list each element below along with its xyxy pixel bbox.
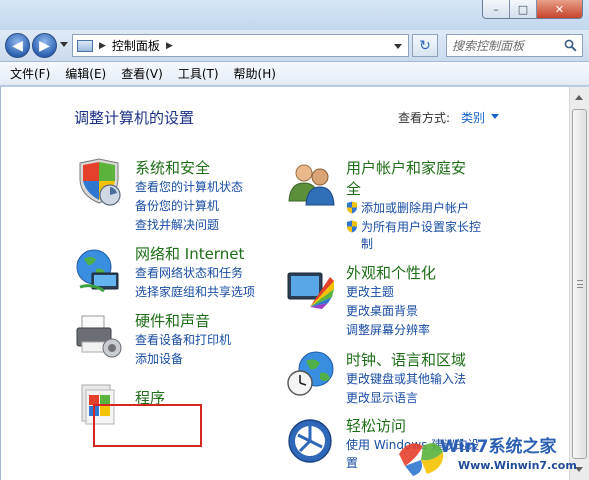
breadcrumb-separator-icon[interactable]: ▶: [166, 41, 173, 51]
shield-icon[interactable]: [74, 157, 124, 207]
search-box[interactable]: [446, 34, 583, 57]
arrow-left-icon: ◀: [12, 37, 23, 54]
page-title: 调整计算机的设置: [74, 109, 195, 127]
category-title-clock-language-region[interactable]: 时钟、语言和区域: [346, 351, 466, 369]
link-text: 为所有用户设置家长控: [361, 220, 482, 234]
refresh-icon: ↻: [419, 37, 431, 54]
link-change-theme[interactable]: 更改主题: [346, 284, 394, 300]
chevron-down-icon[interactable]: [491, 114, 499, 119]
watermark-url: Www.Winwin7.com: [458, 459, 577, 472]
address-bar[interactable]: ▶ 控制面板 ▶: [72, 34, 409, 57]
link-change-display-language[interactable]: 更改显示语言: [346, 390, 418, 406]
link-add-remove-accounts[interactable]: 添加或删除用户帐户: [346, 200, 469, 216]
category-title-network-internet[interactable]: 网络和 Internet: [135, 245, 244, 263]
network-globe-icon[interactable]: [74, 247, 124, 297]
view-mode-label: 查看方式:: [398, 111, 451, 125]
link-view-network-status[interactable]: 查看网络状态和任务: [135, 265, 243, 281]
close-button[interactable]: ✕: [537, 0, 582, 18]
link-text: 添加或删除用户帐户: [361, 201, 470, 215]
scroll-up-arrow-icon[interactable]: [575, 95, 583, 100]
search-input[interactable]: [452, 38, 562, 53]
category-title-appearance[interactable]: 外观和个性化: [346, 264, 436, 282]
view-mode-dropdown[interactable]: 类别: [461, 109, 485, 126]
link-troubleshoot[interactable]: 查找并解决问题: [135, 217, 219, 233]
maximize-button[interactable]: □: [510, 0, 537, 18]
search-icon[interactable]: [564, 39, 577, 52]
window-controls: – □ ✕: [482, 0, 583, 19]
minimize-button[interactable]: –: [483, 0, 510, 18]
arrow-right-icon: ▶: [39, 37, 50, 54]
vertical-scrollbar[interactable]: [569, 87, 589, 480]
link-view-computer-status[interactable]: 查看您的计算机状态: [135, 179, 243, 195]
link-homegroup-sharing[interactable]: 选择家庭组和共享选项: [135, 284, 255, 300]
menu-view[interactable]: 查看(V): [115, 63, 169, 84]
highlight-box: [93, 404, 202, 447]
users-icon[interactable]: [286, 159, 336, 209]
navigation-bar: ◀ ▶ ▶ 控制面板 ▶ ↻: [0, 30, 589, 62]
category-title-system-security[interactable]: 系统和安全: [135, 159, 210, 177]
recent-pages-dropdown[interactable]: [60, 42, 68, 47]
menu-edit[interactable]: 编辑(E): [59, 63, 112, 84]
refresh-button[interactable]: ↻: [412, 34, 438, 57]
control-panel-icon: [77, 39, 93, 52]
appearance-icon[interactable]: [286, 267, 336, 317]
link-change-desktop-background[interactable]: 更改桌面背景: [346, 303, 418, 319]
link-parental-controls[interactable]: 为所有用户设置家长控: [346, 219, 481, 235]
address-dropdown-icon[interactable]: [394, 44, 402, 49]
clock-globe-icon[interactable]: [286, 349, 336, 399]
uac-shield-icon: [347, 220, 357, 233]
link-parental-controls-cont[interactable]: 制: [361, 236, 373, 252]
link-add-device[interactable]: 添加设备: [135, 351, 183, 367]
breadcrumb-separator-icon[interactable]: ▶: [99, 41, 106, 51]
category-title-line: 全: [346, 180, 362, 198]
ease-of-access-icon[interactable]: [286, 417, 336, 467]
menu-bar: 文件(F) 编辑(E) 查看(V) 工具(T) 帮助(H): [0, 62, 589, 86]
link-change-keyboard[interactable]: 更改键盘或其他输入法: [346, 371, 466, 387]
uac-shield-icon: [347, 201, 357, 214]
back-button[interactable]: ◀: [5, 33, 30, 58]
link-devices-printers[interactable]: 查看设备和打印机: [135, 332, 231, 348]
watermark-title: Win7系统之家: [440, 437, 557, 457]
scrollbar-grip-icon: [577, 280, 583, 288]
title-bar: – □ ✕: [0, 0, 589, 30]
link-backup-computer[interactable]: 备份您的计算机: [135, 198, 219, 214]
category-title-user-accounts[interactable]: 用户帐户和家庭安 全: [346, 159, 466, 198]
scrollbar-thumb[interactable]: [572, 109, 587, 459]
printer-icon[interactable]: [74, 312, 124, 362]
breadcrumb-control-panel[interactable]: 控制面板: [112, 37, 160, 54]
category-title-hardware-sound[interactable]: 硬件和声音: [135, 312, 210, 330]
link-adjust-resolution[interactable]: 调整屏幕分辨率: [346, 322, 430, 338]
menu-help[interactable]: 帮助(H): [228, 63, 282, 84]
link-windows-suggested-settings-cont[interactable]: 置: [346, 455, 358, 471]
forward-button[interactable]: ▶: [32, 33, 57, 58]
control-panel-content: 调整计算机的设置 查看方式: 类别 系统和安全 查看您的计算机状态 备份您的计算…: [0, 87, 569, 480]
menu-tools[interactable]: 工具(T): [172, 63, 225, 84]
category-title-line: 用户帐户和家庭安: [346, 159, 467, 177]
menu-file[interactable]: 文件(F): [4, 63, 56, 84]
